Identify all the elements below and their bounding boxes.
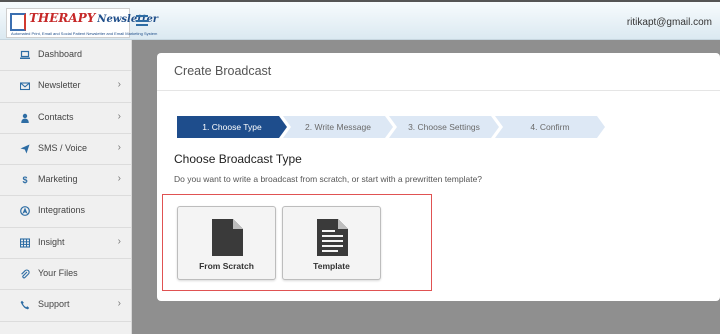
sidebar-item-label: Insight xyxy=(38,236,65,247)
table-icon xyxy=(19,238,31,248)
step-label: 1. Choose Type xyxy=(202,122,262,132)
chevron-right-icon: › xyxy=(117,141,121,153)
send-icon xyxy=(20,144,30,154)
connect-icon xyxy=(20,206,30,217)
paperclip-icon xyxy=(20,269,30,279)
chevron-right-icon: › xyxy=(117,79,121,91)
sidebar-item-marketing[interactable]: $ Marketing › xyxy=(0,165,131,197)
sidebar-item-label: Support xyxy=(38,299,70,310)
create-broadcast-panel: Create Broadcast 1. Choose Type 2. Write… xyxy=(157,53,720,301)
sidebar-item-label: Integrations xyxy=(38,205,86,216)
sidebar-item-contacts[interactable]: Contacts › xyxy=(0,103,131,134)
phone-icon xyxy=(20,300,30,310)
sidebar-item-newsletter[interactable]: Newsletter › xyxy=(0,71,131,103)
sidebar-item-integrations[interactable]: Integrations xyxy=(0,196,131,228)
chevron-right-icon: › xyxy=(117,173,121,185)
sidebar-item-dashboard[interactable]: Dashboard xyxy=(0,40,131,72)
blank-file-icon xyxy=(212,219,243,256)
laptop-icon xyxy=(20,50,30,60)
from-scratch-button[interactable]: From Scratch xyxy=(177,206,276,280)
sidebar-item-label: Contacts xyxy=(38,111,74,122)
logo-title: THERAPY xyxy=(29,11,96,25)
hamburger-icon[interactable] xyxy=(136,15,148,26)
step-choose-settings[interactable]: 3. Choose Settings xyxy=(389,116,499,138)
chevron-right-icon: › xyxy=(117,110,121,122)
template-button[interactable]: Template xyxy=(282,206,381,280)
logo-subtitle: Newsletter xyxy=(97,14,159,25)
step-label: 4. Confirm xyxy=(530,122,570,132)
page-title: Create Broadcast xyxy=(174,64,272,78)
dollar-icon: $ xyxy=(22,175,28,186)
sidebar-item-support[interactable]: Support › xyxy=(0,290,131,322)
step-write-message[interactable]: 2. Write Message xyxy=(283,116,393,138)
sidebar-item-label: Your Files xyxy=(38,268,78,279)
sidebar-item-label: Newsletter xyxy=(38,80,81,91)
option-label: From Scratch xyxy=(199,261,254,271)
therapy-newsletter-logo[interactable]: THERAPY Newsletter Automated Print, Email… xyxy=(6,8,158,38)
chevron-right-icon: › xyxy=(117,298,121,310)
text-file-icon xyxy=(317,219,348,256)
sidebar: Dashboard Newsletter › Contacts › SMS / … xyxy=(0,40,132,334)
sidebar-item-sms-voice[interactable]: SMS / Voice › xyxy=(0,134,131,166)
user-email[interactable]: ritikapt@gmail.com xyxy=(627,17,712,28)
section-title: Choose Broadcast Type xyxy=(174,152,302,166)
step-label: 3. Choose Settings xyxy=(408,122,480,132)
section-subtitle: Do you want to write a broadcast from sc… xyxy=(174,174,483,184)
option-label: Template xyxy=(313,261,350,271)
logo-monitor-icon xyxy=(10,13,26,31)
step-confirm[interactable]: 4. Confirm xyxy=(495,116,605,138)
sidebar-item-your-files[interactable]: Your Files xyxy=(0,259,131,291)
sidebar-item-label: Dashboard xyxy=(38,49,83,59)
envelope-icon xyxy=(19,81,31,91)
top-bar: THERAPY Newsletter Automated Print, Email… xyxy=(0,0,720,40)
sidebar-item-label: SMS / Voice xyxy=(38,142,88,153)
sidebar-item-label: Marketing xyxy=(38,174,78,185)
logo-tagline: Automated Print, Email and Social Patien… xyxy=(11,31,158,36)
step-label: 2. Write Message xyxy=(305,122,371,132)
panel-header: Create Broadcast xyxy=(157,53,720,91)
step-choose-type[interactable]: 1. Choose Type xyxy=(177,116,287,138)
chevron-right-icon: › xyxy=(117,235,121,247)
user-icon xyxy=(20,113,30,123)
sidebar-item-insight[interactable]: Insight › xyxy=(0,228,131,260)
